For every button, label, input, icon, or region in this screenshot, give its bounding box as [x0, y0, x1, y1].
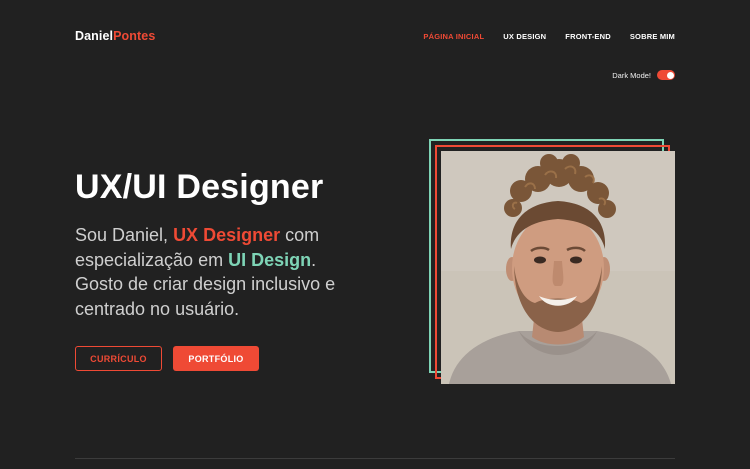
dark-mode-label: Dark Mode! [612, 70, 651, 80]
dark-mode-toggle[interactable] [657, 70, 675, 80]
dark-mode-control: Dark Mode! [612, 69, 675, 81]
nav-link-pagina-inicial[interactable]: PÁGINA INICIAL [423, 32, 484, 41]
hero-highlight-ux-designer: UX Designer [173, 225, 281, 245]
site-logo[interactable]: DanielPontes [75, 29, 155, 43]
hero-description: Sou Daniel, UX Designer com especializaç… [75, 223, 350, 321]
profile-photo [441, 151, 675, 384]
section-divider [75, 458, 675, 459]
nav-link-sobre-mim[interactable]: SOBRE MIM [630, 32, 675, 41]
curriculo-button[interactable]: CURRÍCULO [75, 346, 162, 371]
toggle-knob [666, 71, 674, 79]
logo-first-name: Daniel [75, 29, 114, 43]
portrait-illustration [441, 151, 675, 384]
main-nav: PÁGINA INICIAL UX DESIGN FRONT-END SOBRE… [423, 32, 675, 41]
nav-link-front-end[interactable]: FRONT-END [565, 32, 611, 41]
nav-link-ux-design[interactable]: UX DESIGN [503, 32, 546, 41]
portfolio-button[interactable]: PORTFÓLIO [173, 346, 259, 371]
top-navigation-bar: DanielPontes PÁGINA INICIAL UX DESIGN FR… [75, 27, 675, 45]
hero-title: UX/UI Designer [75, 168, 324, 206]
logo-last-name: Pontes [113, 29, 156, 43]
hero-highlight-ui-design: UI Design [228, 249, 312, 270]
hero-text-part-1: Sou Daniel, [75, 225, 174, 245]
